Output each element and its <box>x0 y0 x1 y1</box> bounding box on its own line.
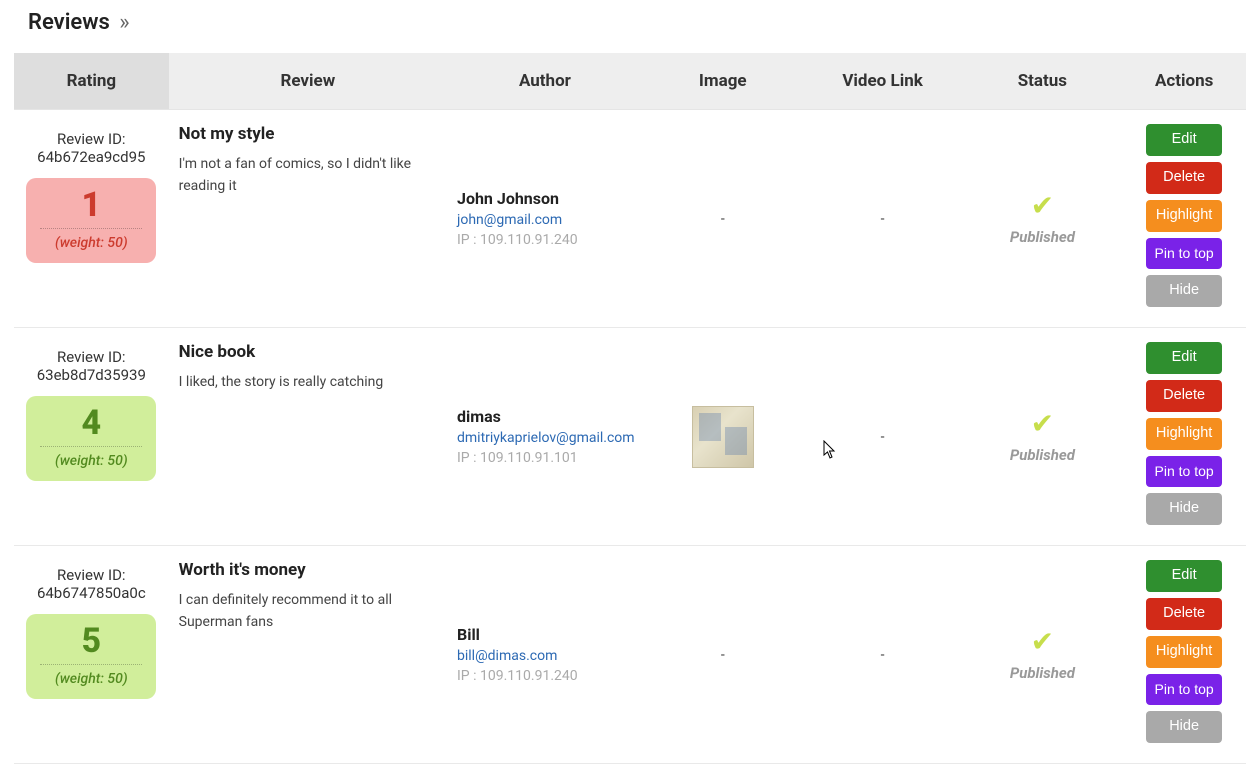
review-id-value: 63eb8d7d35939 <box>24 366 159 384</box>
table-row: Review ID: 64b672ea9cd95 1 (weight: 50) … <box>14 110 1246 328</box>
col-header-status[interactable]: Status <box>962 53 1122 110</box>
delete-button[interactable]: Delete <box>1146 380 1222 412</box>
table-row: Review ID: 63eb8d7d35939 4 (weight: 50) … <box>14 328 1246 546</box>
hide-button[interactable]: Hide <box>1146 711 1222 743</box>
col-header-video[interactable]: Video Link <box>803 53 963 110</box>
image-cell: - <box>643 328 803 546</box>
rating-value: 1 <box>32 188 150 222</box>
review-body: I can definitely recommend it to all Sup… <box>179 590 419 633</box>
author-name: Bill <box>457 625 633 644</box>
image-cell: - <box>643 110 803 328</box>
review-title: Nice book <box>179 342 437 362</box>
status-text: Published <box>972 446 1112 464</box>
rating-value: 4 <box>32 406 150 440</box>
review-id-label: Review ID: <box>24 130 159 148</box>
rating-badge: 4 (weight: 50) <box>26 396 156 481</box>
author-email[interactable]: dmitriykaprielov@gmail.com <box>457 430 633 446</box>
rating-badge: 1 (weight: 50) <box>26 178 156 263</box>
author-ip: IP : 109.110.91.240 <box>457 668 633 684</box>
col-header-rating[interactable]: Rating <box>14 53 169 110</box>
divider <box>40 446 142 447</box>
col-header-review[interactable]: Review <box>169 53 447 110</box>
rating-value: 5 <box>32 624 150 658</box>
delete-button[interactable]: Delete <box>1146 162 1222 194</box>
divider <box>40 228 142 229</box>
page-title: Reviews » <box>0 0 1260 53</box>
review-title: Worth it's money <box>179 560 437 580</box>
col-header-image[interactable]: Image <box>643 53 803 110</box>
image-cell: - <box>643 546 803 764</box>
review-id-label: Review ID: <box>24 566 159 584</box>
hide-button[interactable]: Hide <box>1146 493 1222 525</box>
col-header-author[interactable]: Author <box>447 53 643 110</box>
image-placeholder: - <box>721 647 725 663</box>
image-placeholder: - <box>721 211 725 227</box>
author-name: John Johnson <box>457 189 633 208</box>
rating-weight: (weight: 50) <box>32 671 150 687</box>
video-cell: - <box>803 546 963 764</box>
col-header-actions[interactable]: Actions <box>1122 53 1246 110</box>
author-ip: IP : 109.110.91.240 <box>457 232 633 248</box>
pin-to-top-button[interactable]: Pin to top <box>1146 674 1222 705</box>
status-text: Published <box>972 664 1112 682</box>
pin-to-top-button[interactable]: Pin to top <box>1146 238 1222 269</box>
rating-weight: (weight: 50) <box>32 235 150 251</box>
reviews-table: Rating Review Author Image Video Link St… <box>14 53 1246 764</box>
status-text: Published <box>972 228 1112 246</box>
highlight-button[interactable]: Highlight <box>1146 636 1222 668</box>
chevron-right-icon: » <box>119 10 129 35</box>
divider <box>40 664 142 665</box>
rating-weight: (weight: 50) <box>32 453 150 469</box>
video-cell: - <box>803 110 963 328</box>
page-title-text: Reviews <box>28 10 110 35</box>
check-icon: ✔ <box>972 410 1112 438</box>
edit-button[interactable]: Edit <box>1146 124 1222 156</box>
author-email[interactable]: bill@dimas.com <box>457 648 633 664</box>
review-body: I liked, the story is really catching <box>179 372 419 394</box>
review-id-value: 64b672ea9cd95 <box>24 148 159 166</box>
review-id-value: 64b6747850a0c <box>24 584 159 602</box>
edit-button[interactable]: Edit <box>1146 342 1222 374</box>
table-row: Review ID: 64b6747850a0c 5 (weight: 50) … <box>14 546 1246 764</box>
delete-button[interactable]: Delete <box>1146 598 1222 630</box>
check-icon: ✔ <box>972 628 1112 656</box>
highlight-button[interactable]: Highlight <box>1146 418 1222 450</box>
author-ip: IP : 109.110.91.101 <box>457 450 633 466</box>
review-id-label: Review ID: <box>24 348 159 366</box>
review-body: I'm not a fan of comics, so I didn't lik… <box>179 154 419 197</box>
author-name: dimas <box>457 407 633 426</box>
rating-badge: 5 (weight: 50) <box>26 614 156 699</box>
highlight-button[interactable]: Highlight <box>1146 200 1222 232</box>
author-email[interactable]: john@gmail.com <box>457 212 633 228</box>
check-icon: ✔ <box>972 192 1112 220</box>
pin-to-top-button[interactable]: Pin to top <box>1146 456 1222 487</box>
edit-button[interactable]: Edit <box>1146 560 1222 592</box>
hide-button[interactable]: Hide <box>1146 275 1222 307</box>
video-cell: - <box>803 328 963 546</box>
review-title: Not my style <box>179 124 437 144</box>
review-image-thumb[interactable] <box>692 406 754 468</box>
